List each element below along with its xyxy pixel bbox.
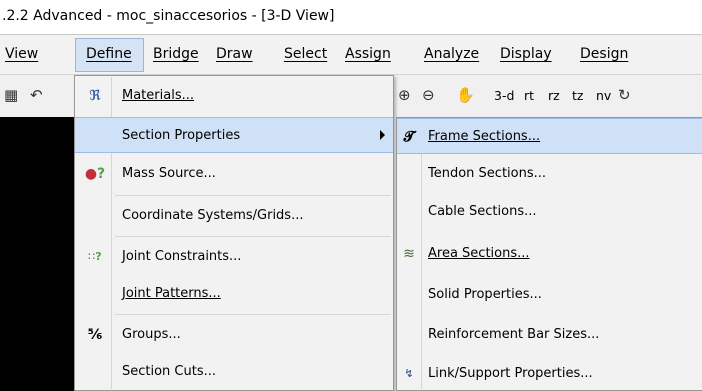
menu-item-label: Joint Constraints... xyxy=(122,249,242,264)
menu-select[interactable]: Select xyxy=(284,46,327,62)
menu-item-label: Link/Support Properties... xyxy=(428,366,593,381)
menu-item-label: Area Sections... xyxy=(428,246,530,261)
zoom-in-icon[interactable]: ⊕ xyxy=(398,86,411,104)
area-sections-icon: ≋ xyxy=(403,246,415,262)
menu-separator xyxy=(115,314,391,315)
menu-item-label: Tendon Sections... xyxy=(428,166,547,181)
menu-item-label: Coordinate Systems/Grids... xyxy=(122,208,304,223)
menu-item-label: Cable Sections... xyxy=(428,204,537,219)
menu-draw[interactable]: Draw xyxy=(216,46,253,62)
menu-separator xyxy=(115,195,391,196)
menu-item-joint-patterns[interactable]: Joint Patterns... xyxy=(75,276,393,312)
menu-item-joint-constraints[interactable]: ∷? Joint Constraints... xyxy=(75,239,393,275)
menu-define[interactable]: Define xyxy=(75,38,144,72)
print-icon[interactable]: ▦ xyxy=(4,86,18,104)
link-support-icon: ↯ xyxy=(404,367,414,380)
submenu-arrow-icon xyxy=(380,130,385,140)
materials-icon: ℜ xyxy=(89,88,101,104)
view-nv-button[interactable]: nv xyxy=(596,88,611,103)
model-view-canvas[interactable] xyxy=(0,117,78,391)
joint-constraints-icon: ∷? xyxy=(88,250,102,263)
menu-display[interactable]: Display xyxy=(500,46,552,62)
menu-item-label: Section Cuts... xyxy=(122,364,217,379)
rotate-view-icon[interactable]: ↻ xyxy=(618,86,631,104)
menu-item-link-support-properties[interactable]: ↯ Link/Support Properties... xyxy=(397,356,702,391)
menu-item-coordinate-systems[interactable]: Coordinate Systems/Grids... xyxy=(75,198,393,234)
define-menu: ℜ Materials... Section Properties ●? Mas… xyxy=(74,75,394,391)
menu-item-mass-source[interactable]: ●? Mass Source... xyxy=(75,156,393,192)
menu-item-label: Joint Patterns... xyxy=(122,286,221,301)
section-properties-submenu: 𝓣 Frame Sections... Tendon Sections... C… xyxy=(396,117,702,391)
mass-source-icon: ●? xyxy=(84,166,106,182)
menu-item-solid-properties[interactable]: Solid Properties... xyxy=(397,277,702,313)
menu-item-area-sections[interactable]: ≋ Area Sections... xyxy=(397,236,702,272)
view-3d-button[interactable]: 3-d xyxy=(494,88,514,103)
menu-item-label: Materials... xyxy=(122,88,194,103)
menu-define-label: Define xyxy=(86,46,132,62)
zoom-out-icon[interactable]: ⊖ xyxy=(422,86,435,104)
view-tz-button[interactable]: tz xyxy=(572,88,583,103)
menu-item-label: Frame Sections... xyxy=(428,129,541,144)
menu-bar: View Define Bridge Draw Select Assign An… xyxy=(0,35,702,75)
view-rz-button[interactable]: rz xyxy=(548,88,560,103)
groups-icon: ⅚ xyxy=(87,327,103,343)
menu-item-section-properties[interactable]: Section Properties xyxy=(75,117,393,153)
menu-separator xyxy=(115,236,391,237)
menu-assign[interactable]: Assign xyxy=(345,46,391,62)
menu-item-tendon-sections[interactable]: Tendon Sections... xyxy=(397,156,702,192)
frame-sections-icon: 𝓣 xyxy=(403,129,415,145)
window-title: .2.2 Advanced - moc_sinaccesorios - [3-D… xyxy=(2,8,335,24)
menu-item-section-cuts[interactable]: Section Cuts... xyxy=(75,354,393,390)
view-rt-button[interactable]: rt xyxy=(524,88,534,103)
undo-icon[interactable]: ↶ xyxy=(30,86,43,104)
menu-analyze[interactable]: Analyze xyxy=(424,46,479,62)
menu-item-label: Section Properties xyxy=(122,128,241,143)
menu-view[interactable]: View xyxy=(5,46,38,62)
menu-item-label: Groups... xyxy=(122,327,181,342)
menu-item-cable-sections[interactable]: Cable Sections... xyxy=(397,194,702,230)
menu-item-label: Mass Source... xyxy=(122,166,216,181)
menu-item-label: Solid Properties... xyxy=(428,287,542,302)
menu-design[interactable]: Design xyxy=(580,46,628,62)
menu-item-label: Reinforcement Bar Sizes... xyxy=(428,327,600,342)
menu-item-groups[interactable]: ⅚ Groups... xyxy=(75,317,393,353)
pan-icon[interactable]: ✋ xyxy=(456,86,475,104)
menu-bridge[interactable]: Bridge xyxy=(153,46,199,62)
menu-item-frame-sections[interactable]: 𝓣 Frame Sections... xyxy=(397,118,702,154)
menu-item-materials[interactable]: ℜ Materials... xyxy=(75,78,393,114)
title-bar: .2.2 Advanced - moc_sinaccesorios - [3-D… xyxy=(0,0,702,35)
menu-item-reinforcement-bar-sizes[interactable]: Reinforcement Bar Sizes... xyxy=(397,317,702,353)
